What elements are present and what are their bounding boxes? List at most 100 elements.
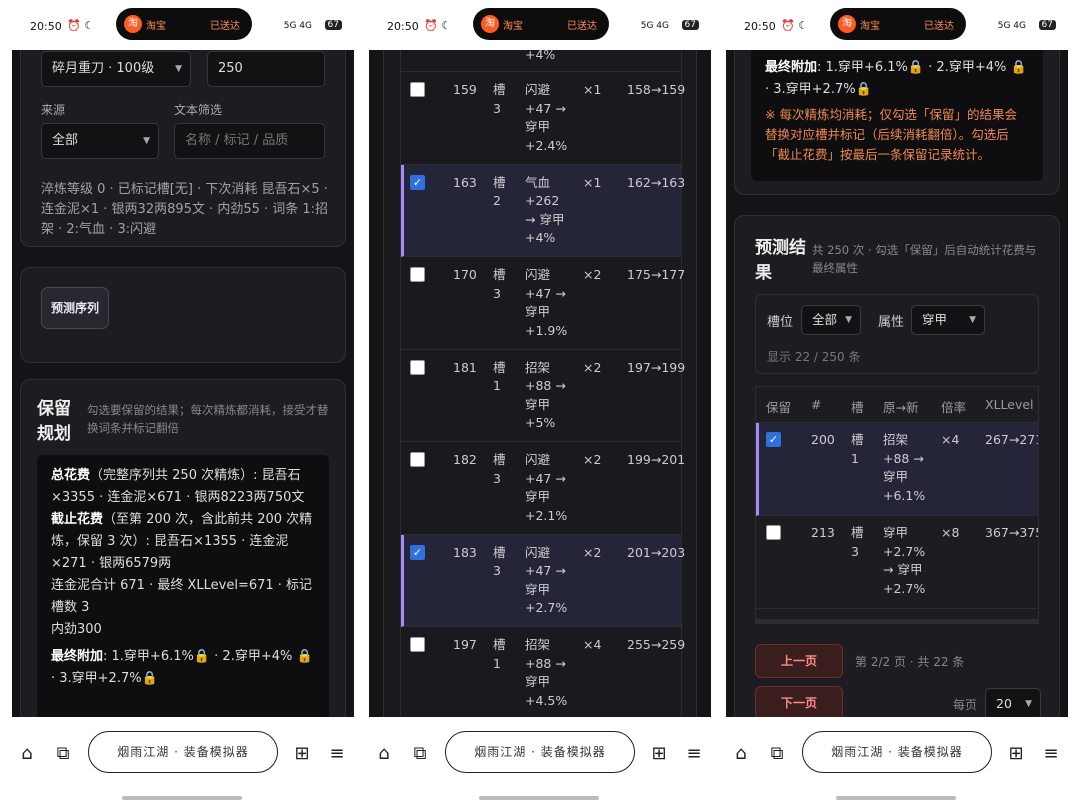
keep-checkbox[interactable]	[410, 359, 425, 375]
table-row[interactable]: 181 槽 1 招架 +88 → 穿甲 +5% ×2 197→199	[401, 350, 685, 442]
address-pill[interactable]: 烟雨江湖 · 装备模拟器	[88, 731, 278, 773]
final-bonus-label: 最终附加	[765, 60, 818, 75]
chevron-down-icon: ▼	[1025, 699, 1032, 709]
chevron-down-icon: ▼	[175, 64, 182, 74]
main-content: +4% 159 槽 3 闪避 +47 → 穿甲 +2.4% ×1 158→159 ✓ 163…	[369, 50, 711, 717]
slot-select[interactable]: 全部 ▼	[801, 305, 861, 335]
table-row[interactable]: 197 槽 1 招架 +88 → 穿甲 +4.5% ×4 255→259	[401, 627, 685, 717]
row-slot: 槽 3	[851, 525, 864, 559]
browser-bottom-bar: ⌂ ⧉ 烟雨江湖 · 装备模拟器 ⊞ ≡	[12, 717, 354, 810]
row-multiplier: ×2	[583, 544, 602, 560]
keep-checkbox[interactable]	[410, 452, 425, 467]
signal-icon: 5G 4G	[283, 21, 312, 31]
table-header: 保留 # 槽 原→新 倍率 XLLevel	[756, 387, 1038, 423]
row-number: 182	[453, 452, 477, 467]
weapon-select[interactable]: 碎月重刀 · 100级 ▼	[41, 51, 191, 87]
table-row: +4%	[401, 50, 681, 72]
row-multiplier: ×4	[583, 637, 602, 652]
results-table-card: +4% 159 槽 3 闪避 +47 → 穿甲 +2.4% ×1 158→159 ✓ 163…	[383, 50, 697, 717]
table-row[interactable]: 159 槽 3 闪避 +47 → 穿甲 +2.4% ×1 158→159	[401, 72, 685, 165]
keep-checkbox[interactable]: ✓	[410, 544, 425, 560]
keep-checkbox[interactable]: ✓	[766, 432, 781, 447]
menu-icon[interactable]: ≡	[326, 743, 348, 765]
keep-checkbox[interactable]: ✓	[410, 174, 425, 190]
island-app-name: 淘宝	[860, 21, 880, 32]
tabs-icon[interactable]: ⧉	[766, 743, 788, 765]
apps-grid-icon[interactable]: ⊞	[648, 743, 670, 765]
keep-checkbox[interactable]	[410, 637, 425, 652]
address-pill[interactable]: 烟雨江湖 · 装备模拟器	[445, 731, 635, 773]
menu-icon[interactable]: ≡	[683, 743, 705, 765]
chevron-down-icon: ▼	[845, 315, 852, 325]
plan-description: 勾选要保留的结果；每次精炼都消耗，接受才替换词条并标记翻倍	[87, 403, 329, 435]
attr-select[interactable]: 穿甲 ▼	[911, 305, 985, 335]
chevron-down-icon: ▼	[143, 136, 150, 146]
prev-page-button[interactable]: 上一页	[755, 644, 843, 678]
results-table: +4% 159 槽 3 闪避 +47 → 穿甲 +2.4% ×1 158→159 ✓ 163…	[400, 50, 685, 717]
row-number: 197	[453, 637, 477, 652]
plan-card: 保留规划 勾选要保留的结果；每次精炼都消耗，接受才替换词条并标记翻倍 总花费（完…	[20, 379, 346, 717]
results-filters: 槽位 全部 ▼ 属性 穿甲 ▼ 显示 22 / 250 条	[755, 294, 1039, 374]
status-bar: 20:50 ⏰ ☾ 淘 淘宝 已送达 5G 4G 67	[726, 0, 1068, 50]
text-filter-input[interactable]: 名称 / 标记 / 品质	[174, 123, 325, 159]
taobao-logo-icon: 淘	[838, 15, 856, 33]
column-header: 槽	[851, 400, 864, 415]
row-xllevel: 255→259	[627, 637, 686, 652]
per-page-select[interactable]: 20 ▼	[985, 688, 1041, 717]
horizontal-scrollbar[interactable]	[756, 619, 1038, 623]
table-row[interactable]: ✓ 200 槽 1 招架 +88 → 穿甲 +6.1% ×4 267→271	[756, 423, 1038, 516]
apps-grid-icon[interactable]: ⊞	[1005, 743, 1027, 765]
island-notice: 已送达	[210, 21, 240, 32]
row-attr-change: 闪避 +47 → 穿甲 +2.1%	[525, 452, 568, 523]
row-multiplier: ×4	[941, 432, 960, 447]
dynamic-island[interactable]: 淘 淘宝 已送达	[830, 8, 966, 40]
tabs-icon[interactable]: ⧉	[409, 743, 431, 765]
signal-icon: 5G 4G	[640, 21, 669, 31]
partial-cell: +4%	[525, 50, 556, 62]
row-slot: 槽 1	[851, 432, 864, 466]
address-pill[interactable]: 烟雨江湖 · 装备模拟器	[802, 731, 992, 773]
column-header: 保留	[766, 400, 792, 415]
clock: 20:50	[744, 20, 776, 33]
island-app-name: 淘宝	[503, 21, 523, 32]
count-input[interactable]: 250	[207, 51, 325, 87]
row-multiplier: ×2	[583, 452, 602, 467]
results-table: 保留 # 槽 原→新 倍率 XLLevel ✓ 200 槽 1 招架 +88 → 穿甲 +6.1…	[755, 386, 1039, 624]
dynamic-island[interactable]: 淘 淘宝 已送达	[473, 8, 609, 40]
keep-checkbox[interactable]	[410, 267, 425, 282]
row-number: 170	[453, 267, 477, 282]
row-attr-change: 招架 +88 → 穿甲 +5%	[525, 359, 566, 431]
menu-icon[interactable]: ≡	[1040, 743, 1062, 765]
predict-sequence-button[interactable]: 预测序列	[41, 287, 109, 329]
status-info: 淬炼等级 0 · 已标记槽[无] · 下次消耗 昆吾石×5 · 连金泥×1 · …	[41, 182, 329, 237]
home-indicator	[122, 796, 242, 800]
row-number: 163	[453, 174, 477, 190]
table-row[interactable]: 170 槽 3 闪避 +47 → 穿甲 +1.9% ×2 175→177	[401, 257, 685, 350]
table-row[interactable]: ✓ 183 槽 3 闪避 +47 → 穿甲 +2.7% ×2 201→203	[401, 534, 685, 627]
row-attr-change: 闪避 +47 → 穿甲 +2.7%	[525, 544, 568, 616]
home-icon[interactable]: ⌂	[16, 743, 38, 765]
row-multiplier: ×1	[583, 82, 602, 97]
table-row[interactable]: ✓ 163 槽 2 气血 +262 → 穿甲 +4% ×1 162→163	[401, 164, 685, 257]
phone-screen-3: 20:50 ⏰ ☾ 淘 淘宝 已送达 5G 4G 67 最终附加: 1.穿甲+6…	[726, 0, 1068, 810]
column-header: XLLevel	[985, 397, 1034, 412]
plan-summary: 总花费（完整序列共 250 次精炼）: 昆吾石×3355 · 连金泥×671 ·…	[37, 455, 329, 717]
next-page-button[interactable]: 下一页	[755, 686, 843, 717]
row-attr-change: 气血 +262 → 穿甲 +4%	[525, 174, 565, 246]
table-row[interactable]: 213 槽 3 穿甲 +2.7% → 穿甲 +2.7% ×8 367→375	[756, 516, 1038, 609]
tabs-icon[interactable]: ⧉	[52, 743, 74, 765]
home-icon[interactable]: ⌂	[373, 743, 395, 765]
keep-checkbox[interactable]	[410, 82, 425, 97]
dynamic-island[interactable]: 淘 淘宝 已送达	[116, 8, 252, 40]
row-slot: 槽 1	[493, 637, 506, 671]
keep-checkbox[interactable]	[766, 525, 781, 540]
prediction-results-card: 预测结果 共 250 次 · 勾选「保留」后自动统计花费与最终属性 槽位 全部 ▼…	[734, 215, 1060, 717]
table-row[interactable]: 182 槽 3 闪避 +47 → 穿甲 +2.1% ×2 199→201	[401, 442, 685, 535]
apps-grid-icon[interactable]: ⊞	[291, 743, 313, 765]
source-select[interactable]: 全部 ▼	[41, 123, 159, 159]
row-number: 181	[453, 359, 477, 375]
clock: 20:50	[30, 20, 62, 33]
row-xllevel: 199→201	[627, 452, 686, 467]
page-info: 第 2/2 页 · 共 22 条	[855, 655, 965, 669]
home-icon[interactable]: ⌂	[730, 743, 752, 765]
